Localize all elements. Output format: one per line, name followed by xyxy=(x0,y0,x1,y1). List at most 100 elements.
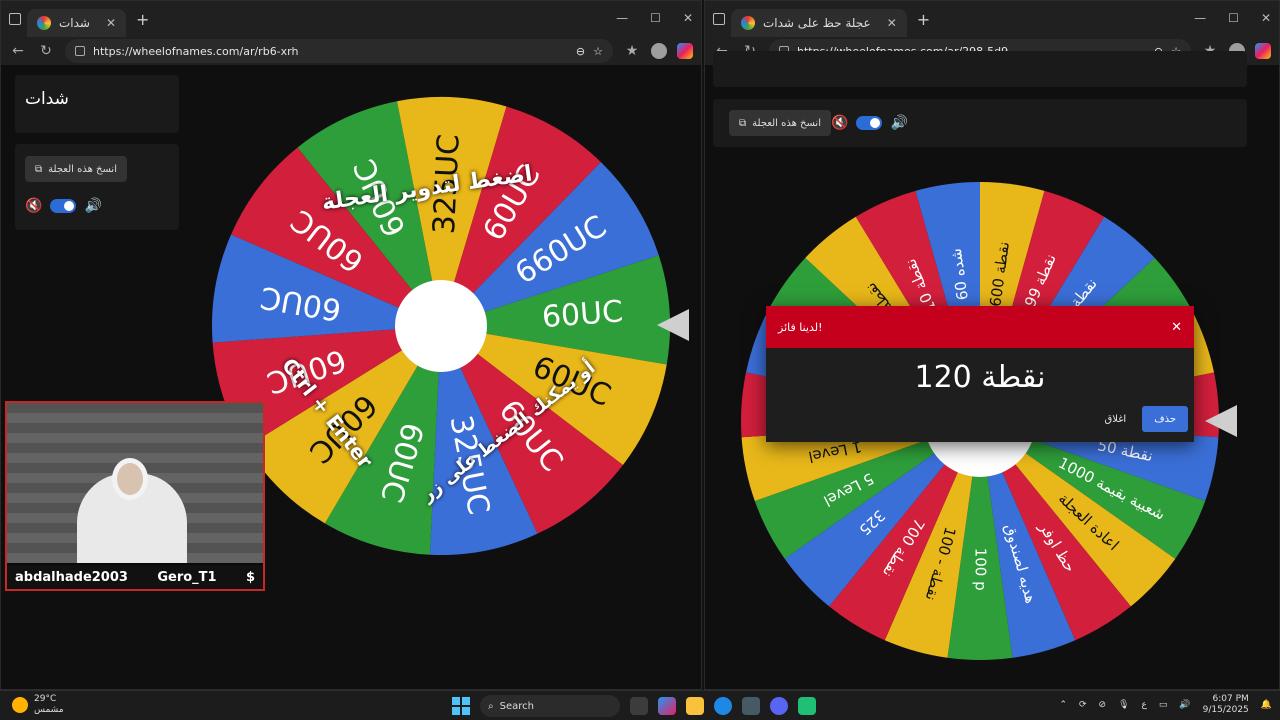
volume-icon[interactable]: 🔊 xyxy=(890,115,907,131)
tab-actions-icon[interactable] xyxy=(9,13,21,25)
wheel-left-segment-label: 60UC xyxy=(541,294,624,335)
duplicate-wheel-label: انسخ هذه العجلة xyxy=(48,163,117,175)
wheel-title: شدات xyxy=(25,89,69,109)
duplicate-wheel-button[interactable]: ⧉ انسخ هذه العجلة xyxy=(729,110,831,136)
sound-controls: 🔇 🔊 xyxy=(831,115,908,131)
reader-icon[interactable]: ⊖ xyxy=(576,45,585,58)
winner-dialog-footer: اغلاق حذف xyxy=(766,406,1194,432)
wheel-pointer-right xyxy=(1205,405,1237,437)
sync-icon[interactable]: ⟳ xyxy=(1079,700,1087,710)
wheel-favicon-icon xyxy=(741,16,755,30)
window-controls: — ☐ ✕ xyxy=(1194,11,1271,25)
display-icon[interactable]: ▭ xyxy=(1159,700,1168,710)
close-button[interactable]: اغلاق xyxy=(1104,414,1126,425)
wheel-title-card xyxy=(713,51,1247,87)
search-icon: ⌕ xyxy=(488,700,494,712)
wheel-left-hub[interactable] xyxy=(395,280,487,372)
clock-time: 6:07 PM xyxy=(1212,694,1249,704)
wheel-pointer-left xyxy=(657,309,689,341)
winner-dialog-header: لدينا فائز! ✕ xyxy=(766,306,1194,348)
search-label: Search xyxy=(499,700,534,712)
sun-icon xyxy=(12,697,28,713)
favorite-star-icon[interactable]: ☆ xyxy=(593,45,603,58)
sound-toggle[interactable] xyxy=(856,116,883,130)
speaker-icon[interactable]: 🔊 xyxy=(1179,700,1190,710)
webcam-username-left: abdalhade2003 xyxy=(15,569,128,585)
network-off-icon[interactable]: ⊘ xyxy=(1099,700,1107,710)
sound-toggle[interactable] xyxy=(50,199,77,213)
refresh-icon[interactable]: ↻ xyxy=(37,43,55,59)
tab-close-icon[interactable]: ✕ xyxy=(106,16,116,30)
webcam-username-right: Gero_T1 xyxy=(157,569,217,585)
duplicate-wheel-button[interactable]: ⧉ انسخ هذه العجلة xyxy=(25,156,127,182)
discord-icon[interactable] xyxy=(770,697,788,715)
tray-overflow-icon[interactable]: ⌃ xyxy=(1059,700,1067,710)
wheel-favicon-icon xyxy=(37,16,51,30)
window-controls: — ☐ ✕ xyxy=(616,11,693,25)
copy-icon: ⧉ xyxy=(739,117,747,129)
tab-title: شدات xyxy=(59,16,90,30)
minimize-icon[interactable]: — xyxy=(616,11,628,25)
url-field[interactable]: https://wheelofnames.com/ar/rb6-xrh ⊖ ☆ xyxy=(65,39,613,63)
maximize-icon[interactable]: ☐ xyxy=(1228,11,1239,25)
winner-name: نقطة 120 xyxy=(914,359,1046,395)
weather-desc: مشمس xyxy=(34,705,64,715)
title-bar: شدات ✕ + — ☐ ✕ xyxy=(1,1,701,37)
taskbar-search[interactable]: ⌕ Search xyxy=(480,695,620,717)
microphone-icon[interactable]: 🎙 xyxy=(1118,700,1129,710)
app-icon[interactable] xyxy=(798,697,816,715)
store-icon[interactable] xyxy=(742,697,760,715)
favorites-icon[interactable]: ★ xyxy=(623,43,641,59)
url-text: https://wheelofnames.com/ar/rb6-xrh xyxy=(93,44,299,58)
mute-icon[interactable]: 🔇 xyxy=(831,115,848,131)
windows-start-icon[interactable] xyxy=(452,697,470,715)
system-tray: ⌃ ⟳ ⊘ 🎙 ع ▭ 🔊 6:07 PM 9/15/2025 🔔 xyxy=(1059,694,1272,716)
webcam-name-bar: abdalhade2003 Gero_T1 $ xyxy=(7,565,263,589)
tab-active[interactable]: عجلة حظ على شدات ✕ xyxy=(731,9,907,37)
edge-icon[interactable] xyxy=(714,697,732,715)
copilot-icon[interactable] xyxy=(677,43,693,59)
taskbar-apps: ⌕ Search xyxy=(452,695,816,717)
mute-icon[interactable]: 🔇 xyxy=(25,198,42,214)
close-window-icon[interactable]: ✕ xyxy=(683,11,693,25)
task-view-icon[interactable] xyxy=(630,697,648,715)
copy-icon: ⧉ xyxy=(35,163,43,175)
maximize-icon[interactable]: ☐ xyxy=(650,11,661,25)
sound-controls: 🔇 🔊 xyxy=(25,198,102,214)
copilot-app-icon[interactable] xyxy=(658,697,676,715)
tab-actions-icon[interactable] xyxy=(713,13,725,25)
minimize-icon[interactable]: — xyxy=(1194,11,1206,25)
site-info-icon[interactable] xyxy=(75,46,85,56)
address-bar-row: ← ↻ https://wheelofnames.com/ar/rb6-xrh … xyxy=(1,37,701,65)
new-tab-icon[interactable]: + xyxy=(136,10,149,29)
browser-window-left: شدات ✕ + — ☐ ✕ ← ↻ https://wheelofnames.… xyxy=(0,0,702,690)
webcam-overlay: abdalhade2003 Gero_T1 $ xyxy=(5,401,265,591)
weather-widget[interactable]: 29°C مشمس xyxy=(12,694,64,716)
tab-title: عجلة حظ على شدات xyxy=(763,16,871,30)
weather-temp: 29°C xyxy=(34,694,57,704)
input-language[interactable]: ع xyxy=(1142,700,1147,710)
title-bar: عجلة حظ على شدات ✕ + — ☐ ✕ xyxy=(705,1,1279,37)
tab-active[interactable]: شدات ✕ xyxy=(27,9,127,37)
wheel-controls-card: ⧉ انسخ هذه العجلة 🔇 🔊 xyxy=(15,144,179,230)
close-window-icon[interactable]: ✕ xyxy=(1261,11,1271,25)
profile-avatar[interactable] xyxy=(651,43,667,59)
winner-dialog: لدينا فائز! ✕ نقطة 120 اغلاق حذف xyxy=(766,306,1194,442)
wheel-right-segment-label: 100 p xyxy=(972,548,990,591)
currency-icon: $ xyxy=(245,569,255,585)
back-icon[interactable]: ← xyxy=(9,43,27,59)
webcam-person-head xyxy=(112,458,148,500)
file-explorer-icon[interactable] xyxy=(686,697,704,715)
remove-button[interactable]: حذف xyxy=(1142,406,1188,432)
new-tab-icon[interactable]: + xyxy=(917,10,930,29)
volume-icon[interactable]: 🔊 xyxy=(84,198,101,214)
notification-icon[interactable]: 🔔 xyxy=(1261,700,1272,710)
tab-close-icon[interactable]: ✕ xyxy=(887,16,897,30)
taskbar: 29°C مشمس ⌕ Search ⌃ ⟳ ⊘ 🎙 ع ▭ 🔊 6:07 PM… xyxy=(0,690,1280,720)
wheel-controls-card: ⧉ انسخ هذه العجلة 🔇 🔊 xyxy=(713,99,1247,147)
wheel-title-card: شدات xyxy=(15,75,179,133)
dialog-close-icon[interactable]: ✕ xyxy=(1171,320,1182,335)
clock-date: 9/15/2025 xyxy=(1202,705,1249,715)
copilot-icon[interactable] xyxy=(1255,43,1271,59)
clock[interactable]: 6:07 PM 9/15/2025 xyxy=(1203,694,1249,716)
